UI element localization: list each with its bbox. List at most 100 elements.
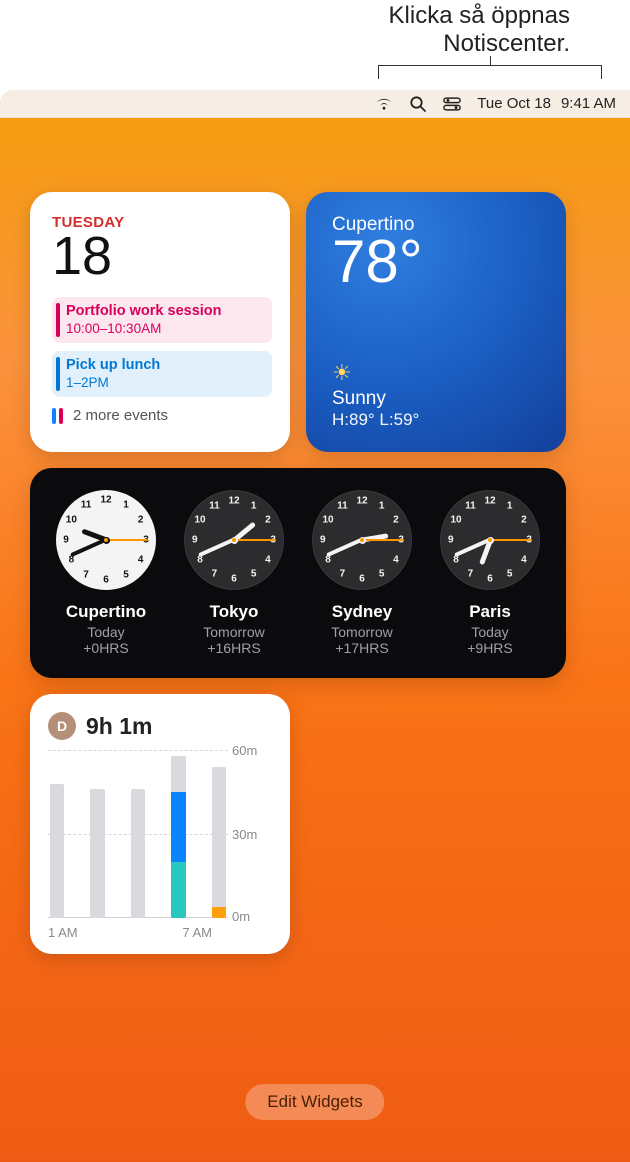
clock-numeral: 6 (231, 574, 237, 585)
clock-column: 123456789101112CupertinoToday+0HRS (46, 490, 166, 656)
screen-time-chart: 60m 30m 0m 1 AM 7 AM (48, 750, 272, 940)
hand-s-hand (490, 539, 532, 541)
clock-face: 123456789101112 (184, 490, 284, 590)
clock-face: 123456789101112 (440, 490, 540, 590)
clock-numeral: 9 (320, 535, 326, 546)
clock-numeral: 12 (100, 495, 111, 506)
clock-numeral: 11 (81, 500, 92, 511)
event-time: 10:00–10:30AM (66, 320, 262, 337)
clock-city: Cupertino (46, 602, 166, 622)
clock-face: 123456789101112 (312, 490, 412, 590)
weather-temp: 78° (332, 232, 544, 292)
y-label: 60m (232, 743, 272, 758)
clock-numeral: 6 (359, 574, 365, 585)
clock-column: 123456789101112SydneyTomorrow+17HRS (302, 490, 422, 656)
edit-widgets-button[interactable]: Edit Widgets (245, 1084, 384, 1120)
calendar-more-bars (52, 408, 63, 424)
hand-m-hand (71, 538, 107, 557)
widgets-row-1: TUESDAY 18 Portfolio work session 10:00–… (30, 192, 600, 452)
clock-numeral: 1 (123, 500, 129, 511)
menubar-date: Tue Oct 18 (477, 95, 551, 112)
clock-numeral: 5 (379, 568, 385, 579)
callout-line2: Notiscenter. (443, 30, 570, 57)
clock-numeral: 1 (379, 501, 385, 512)
chart-bar-segment (171, 862, 185, 918)
clock-day: Tomorrow (174, 624, 294, 640)
control-center-icon[interactable] (443, 95, 461, 113)
clock-numeral: 4 (521, 554, 527, 565)
y-label: 30m (232, 827, 272, 842)
clock-numeral: 7 (340, 568, 346, 579)
clock-offset: +17HRS (302, 640, 422, 656)
clock-numeral: 5 (123, 569, 129, 580)
weather-hilo: H:89° L:59° (332, 410, 544, 430)
menubar-time: 9:41 AM (561, 95, 616, 112)
clock-column: 123456789101112TokyoTomorrow+16HRS (174, 490, 294, 656)
spacer (332, 292, 544, 360)
clock-offset: +16HRS (174, 640, 294, 656)
clock-face: 123456789101112 (56, 490, 156, 590)
weather-condition: Sunny (332, 388, 544, 410)
chart-bar (212, 767, 226, 918)
screen-time-header: D 9h 1m (48, 712, 272, 740)
clock-numeral: 6 (103, 575, 109, 586)
hand-s-hand (106, 539, 148, 541)
clock-numeral: 2 (393, 515, 399, 526)
clock-numeral: 5 (251, 568, 257, 579)
hand-m-hand (199, 538, 235, 557)
y-label: 0m (232, 909, 272, 924)
chart-bars (48, 750, 228, 918)
clock-numeral: 6 (487, 574, 493, 585)
world-clock-widget[interactable]: 123456789101112CupertinoToday+0HRS123456… (30, 468, 566, 678)
event-time: 1–2PM (66, 374, 262, 391)
clock-offset: +0HRS (46, 640, 166, 656)
x-label: 7 AM (182, 925, 212, 940)
screen-time-total: 9h 1m (86, 713, 152, 740)
clock-offset: +9HRS (430, 640, 550, 656)
clock-numeral: 7 (468, 568, 474, 579)
calendar-more[interactable]: 2 more events (52, 407, 272, 424)
calendar-event[interactable]: Portfolio work session 10:00–10:30AM (52, 297, 272, 343)
chart-bar (50, 784, 64, 918)
clock-numeral: 9 (448, 535, 454, 546)
event-title: Pick up lunch (66, 357, 262, 374)
widgets-row-3: D 9h 1m 60m 30m 0m 1 AM 7 AM (30, 694, 600, 954)
clock-city: Paris (430, 602, 550, 622)
spotlight-icon[interactable] (409, 95, 427, 113)
annotation-callout: Klicka så öppnas Notiscenter. (0, 0, 630, 90)
callout-bracket (378, 65, 602, 79)
avatar: D (48, 712, 76, 740)
clock-numeral: 2 (521, 515, 527, 526)
desktop: Tue Oct 18 9:41 AM TUESDAY 18 Portfolio … (0, 90, 630, 1162)
clock-numeral: 2 (265, 515, 271, 526)
clock-numeral: 11 (209, 501, 220, 512)
clock-numeral: 12 (228, 495, 239, 506)
calendar-events: Portfolio work session 10:00–10:30AM Pic… (52, 297, 272, 397)
chart-bar (90, 789, 104, 918)
calendar-more-label: 2 more events (73, 407, 168, 424)
clock-day: Today (46, 624, 166, 640)
clock-numeral: 10 (322, 515, 333, 526)
weather-widget[interactable]: Cupertino 78° ☀︎ Sunny H:89° L:59° (306, 192, 566, 452)
screen-time-widget[interactable]: D 9h 1m 60m 30m 0m 1 AM 7 AM (30, 694, 290, 954)
menubar: Tue Oct 18 9:41 AM (0, 90, 630, 118)
hand-h-hand (362, 533, 388, 542)
calendar-widget[interactable]: TUESDAY 18 Portfolio work session 10:00–… (30, 192, 290, 452)
clock-numeral: 2 (138, 515, 144, 526)
clock-numeral: 10 (450, 515, 461, 526)
clock-pivot (359, 537, 366, 544)
bar-icon (59, 408, 63, 424)
clock-numeral: 9 (192, 535, 198, 546)
callout-text: Klicka så öppnas Notiscenter. (0, 2, 570, 58)
calendar-event[interactable]: Pick up lunch 1–2PM (52, 351, 272, 397)
wifi-icon[interactable] (375, 95, 393, 113)
clock-numeral: 10 (66, 515, 77, 526)
clock-numeral: 11 (337, 501, 348, 512)
x-label: 1 AM (48, 925, 78, 940)
clock-numeral: 4 (265, 554, 271, 565)
chart-bar (131, 789, 145, 918)
menubar-datetime[interactable]: Tue Oct 18 9:41 AM (477, 95, 616, 112)
chart-bar-segment (171, 792, 185, 862)
clock-day: Today (430, 624, 550, 640)
hand-s-hand (234, 539, 276, 541)
